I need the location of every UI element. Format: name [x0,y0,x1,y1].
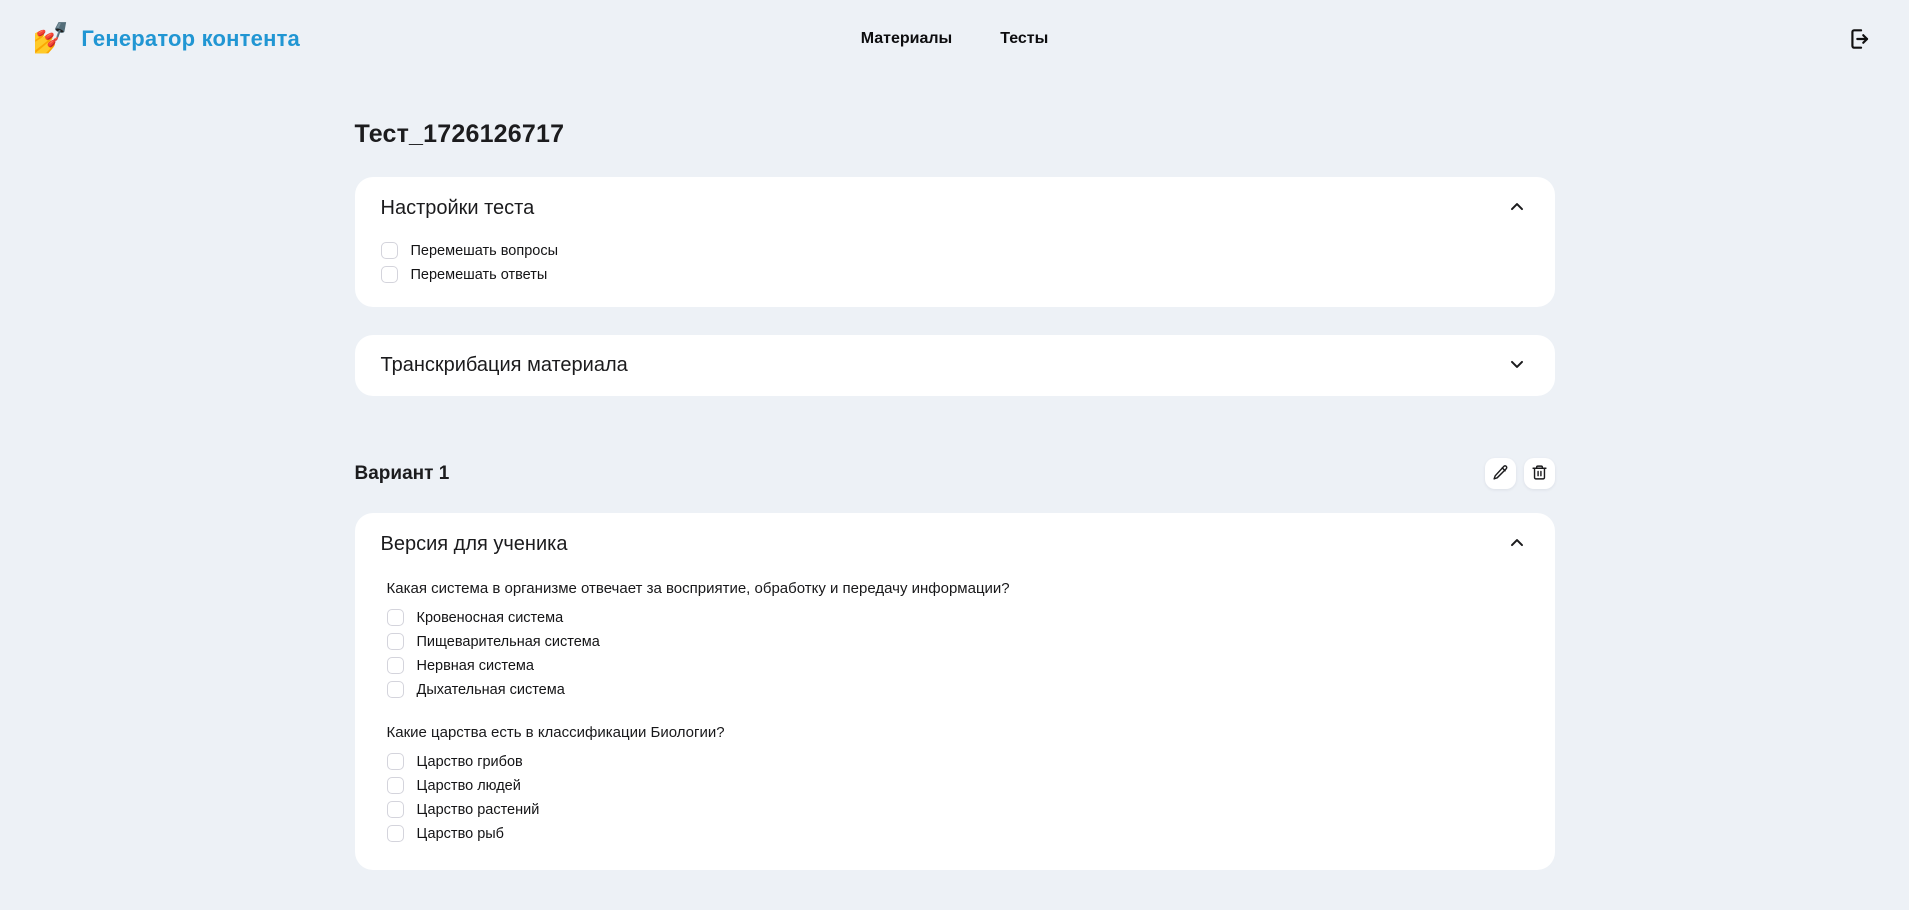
variant-title: Вариант 1 [354,462,450,484]
test-settings-collapse-button[interactable] [1505,195,1529,222]
transcription-title: Транскрибация материала [380,354,628,376]
logout-button[interactable] [1843,22,1877,56]
option-checkbox[interactable] [386,801,404,818]
option-label[interactable]: Царство рыб [417,826,505,842]
student-version-collapse-button[interactable] [1505,531,1529,558]
question-options: Кровеносная система Пищеварительная сист… [386,609,1529,698]
delete-variant-button[interactable] [1523,458,1555,489]
variant-row: Вариант 1 [355,458,1555,489]
shuffle-answers-checkbox[interactable] [380,266,398,283]
test-settings-options: Перемешать вопросы Перемешать ответы [380,242,1529,283]
test-settings-card: Настройки теста Перемешать вопросы Перем… [354,177,1555,307]
shuffle-questions-label[interactable]: Перемешать вопросы [411,243,559,259]
shuffle-answers-row: Перемешать ответы [380,266,1529,283]
option-checkbox[interactable] [386,633,404,650]
option-checkbox[interactable] [386,681,404,698]
option-checkbox[interactable] [386,753,404,770]
shuffle-answers-label[interactable]: Перемешать ответы [411,267,548,283]
header-right [1048,22,1877,56]
student-version-header[interactable]: Версия для ученика [381,531,1529,558]
question-block: Какая система в организме отвечает за во… [381,580,1529,698]
chevron-up-icon [1507,197,1527,220]
option-label[interactable]: Царство грибов [417,754,523,770]
test-settings-header[interactable]: Настройки теста [381,195,1529,222]
option-row: Кровеносная система [386,609,1529,626]
question-block: Какие царства есть в классификации Биоло… [381,724,1529,842]
test-settings-title: Настройки теста [380,197,535,219]
chevron-down-icon [1507,354,1527,377]
pencil-icon [1492,464,1509,484]
nav-tests[interactable]: Тесты [1000,30,1048,48]
option-row: Царство грибов [386,753,1529,770]
option-checkbox[interactable] [386,657,404,674]
option-label[interactable]: Нервная система [417,658,534,674]
question-options: Царство грибов Царство людей Царство рас… [386,753,1529,842]
main-content: Тест_1726126717 Настройки теста Перемеша… [354,120,1555,870]
option-row: Дыхательная система [386,681,1529,698]
option-label[interactable]: Кровеносная система [417,610,564,626]
question-text: Какие царства есть в классификации Биоло… [386,724,725,741]
option-row: Царство растений [386,801,1529,818]
transcription-expand-button[interactable] [1505,352,1529,379]
shuffle-questions-checkbox[interactable] [380,242,398,259]
app-header: 💅 Генератор контента Материалы Тесты [0,0,1909,78]
option-label[interactable]: Дыхательная система [417,682,565,698]
nav-materials[interactable]: Материалы [861,30,953,48]
edit-variant-button[interactable] [1484,458,1516,489]
student-version-card: Версия для ученика Какая система в орган… [354,513,1555,870]
option-label[interactable]: Царство растений [417,802,540,818]
main-nav: Материалы Тесты [861,30,1049,48]
option-checkbox[interactable] [386,777,404,794]
variant-actions [1484,458,1555,489]
student-version-title: Версия для ученика [380,533,568,555]
option-row: Нервная система [386,657,1529,674]
option-row: Царство людей [386,777,1529,794]
option-label[interactable]: Царство людей [417,778,521,794]
chevron-up-icon [1507,533,1527,556]
option-checkbox[interactable] [386,825,404,842]
app-logo-icon: 💅 [32,22,70,55]
logout-icon [1847,26,1873,52]
brand: 💅 Генератор контента [32,24,861,54]
option-row: Пищеварительная система [386,633,1529,650]
option-checkbox[interactable] [386,609,404,626]
question-text: Какая система в организме отвечает за во… [386,580,1010,597]
option-row: Царство рыб [386,825,1529,842]
shuffle-questions-row: Перемешать вопросы [380,242,1529,259]
brand-title: Генератор контента [81,26,300,51]
page-title: Тест_1726126717 [354,120,565,148]
transcription-card: Транскрибация материала [354,335,1555,396]
trash-icon [1531,464,1548,484]
option-label[interactable]: Пищеварительная система [417,634,600,650]
transcription-header[interactable]: Транскрибация материала [381,352,1529,379]
